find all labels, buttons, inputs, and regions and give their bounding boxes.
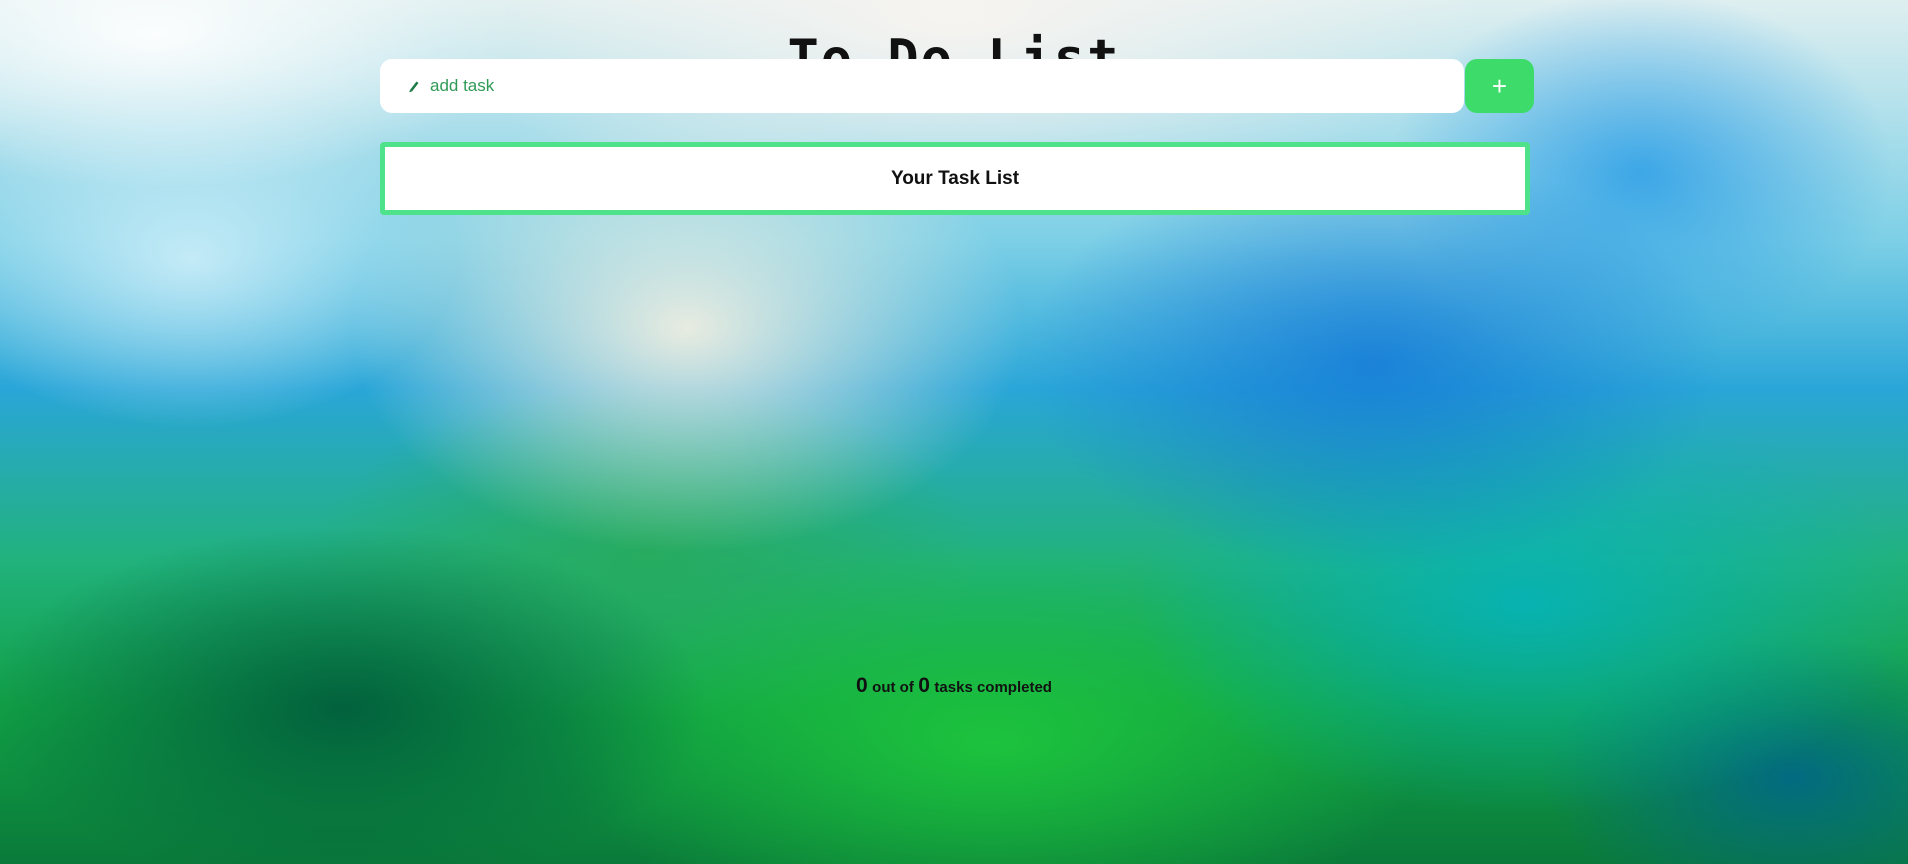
pencil-icon — [408, 79, 420, 93]
add-task-row: + — [380, 59, 1534, 113]
task-completion-counter: 0 out of 0 tasks completed — [0, 674, 1908, 698]
add-task-button[interactable]: + — [1465, 59, 1534, 113]
task-list-panel: Your Task List — [380, 142, 1530, 215]
completed-count: 0 — [856, 674, 868, 697]
total-count: 0 — [918, 674, 930, 697]
task-list-title: Your Task List — [890, 167, 1020, 189]
out-of-label: out of — [872, 679, 914, 696]
task-input-container[interactable] — [380, 59, 1464, 113]
task-input[interactable] — [428, 75, 1332, 97]
tasks-completed-label: tasks completed — [934, 679, 1052, 696]
